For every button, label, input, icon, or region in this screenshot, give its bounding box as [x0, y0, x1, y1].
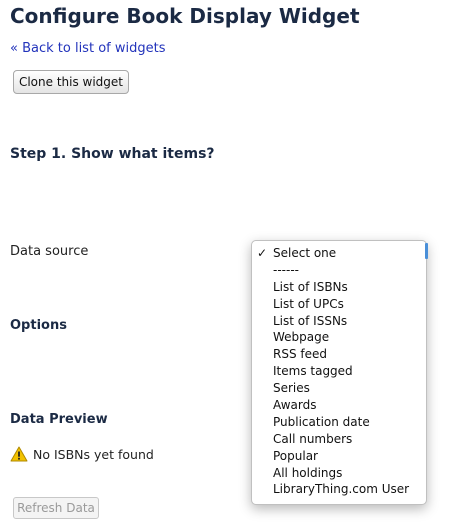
refresh-data-button[interactable]: Refresh Data — [13, 497, 99, 519]
clone-widget-button[interactable]: Clone this widget — [13, 70, 129, 94]
checkmark-icon: ✓ — [257, 246, 268, 260]
options-heading: Options — [10, 318, 67, 333]
warning-text: No ISBNs yet found — [33, 446, 154, 462]
warning-triangle-icon — [10, 446, 28, 462]
dropdown-option[interactable]: LibraryThing.com User — [252, 481, 426, 498]
dropdown-option[interactable]: List of ISBNs — [252, 279, 426, 296]
warning-message: No ISBNs yet found — [10, 446, 154, 462]
dropdown-option[interactable]: ✓ Select one — [252, 245, 426, 262]
back-to-widgets-link[interactable]: « Back to list of widgets — [10, 41, 165, 56]
dropdown-option[interactable]: Items tagged — [252, 363, 426, 380]
page-title: Configure Book Display Widget — [10, 4, 360, 28]
dropdown-option[interactable]: Awards — [252, 397, 426, 414]
data-source-dropdown[interactable]: ✓ Select one ------ List of ISBNs List o… — [251, 240, 428, 505]
dropdown-option[interactable]: All holdings — [252, 465, 426, 482]
dropdown-option[interactable]: Series — [252, 380, 426, 397]
step1-heading: Step 1. Show what items? — [10, 146, 215, 162]
dropdown-option[interactable]: Webpage — [252, 329, 426, 346]
dropdown-option[interactable]: Call numbers — [252, 431, 426, 448]
dropdown-option[interactable]: RSS feed — [252, 346, 426, 363]
dropdown-option[interactable]: List of ISSNs — [252, 313, 426, 330]
dropdown-option[interactable]: List of UPCs — [252, 296, 426, 313]
data-source-label: Data source — [10, 244, 89, 259]
dropdown-option[interactable]: Popular — [252, 448, 426, 465]
dropdown-option[interactable]: ------ — [252, 262, 426, 279]
data-preview-heading: Data Preview — [10, 412, 108, 427]
dropdown-option[interactable]: Publication date — [252, 414, 426, 431]
